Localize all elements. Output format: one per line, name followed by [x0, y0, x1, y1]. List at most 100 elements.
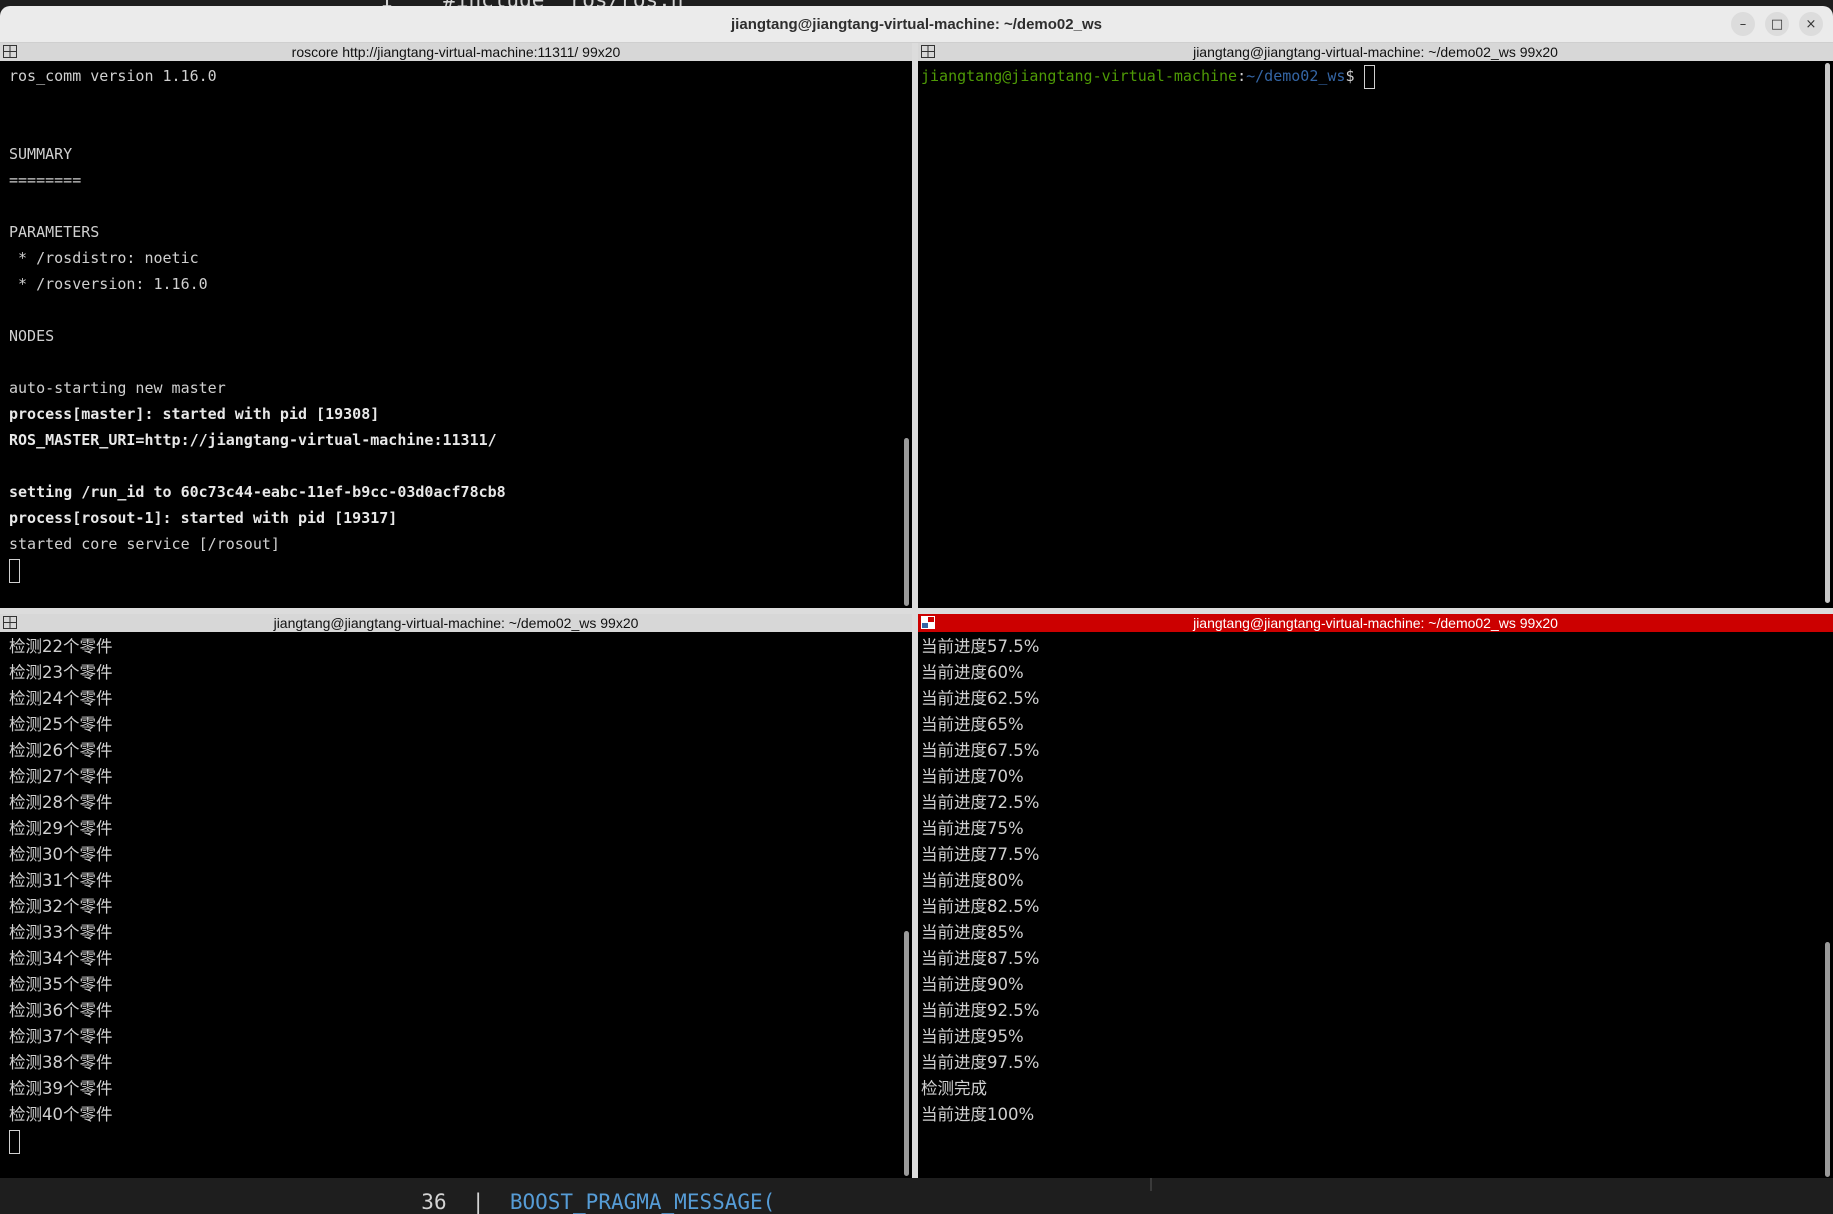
minimize-button[interactable]: – — [1731, 12, 1755, 36]
terminal-line: 当前进度85% — [921, 923, 1024, 942]
pane-header-inspect[interactable]: jiangtang@jiangtang-virtual-machine: ~/d… — [0, 614, 912, 632]
prompt-user: jiangtang@jiangtang-virtual-machine — [921, 67, 1238, 85]
close-button[interactable]: × — [1799, 12, 1823, 36]
terminal-line: 当前进度62.5% — [921, 689, 1040, 708]
terminal-line: 当前进度95% — [921, 1027, 1024, 1046]
terminal-line: 当前进度57.5% — [921, 637, 1040, 656]
terminal-line: 检测36个零件 — [9, 1001, 113, 1020]
text-cursor — [9, 558, 20, 583]
background-editor-macro: BOOST_PRAGMA_MESSAGE( — [509, 1190, 776, 1214]
pane-title: jiangtang@jiangtang-virtual-machine: ~/d… — [1193, 615, 1558, 631]
terminal-line: 当前进度67.5% — [921, 741, 1040, 760]
terminal-line: 检测24个零件 — [9, 689, 113, 708]
pane-header-shell[interactable]: jiangtang@jiangtang-virtual-machine: ~/d… — [918, 43, 1833, 61]
terminal-line: ROS_MASTER_URI=http://jiangtang-virtual-… — [9, 431, 497, 449]
terminal-line: 检测27个零件 — [9, 767, 113, 786]
terminal-line: 检测37个零件 — [9, 1027, 113, 1046]
terminal-line: 检测31个零件 — [9, 871, 113, 890]
terminal-line: 检测38个零件 — [9, 1053, 113, 1072]
terminal-line: * /rosversion: 1.16.0 — [9, 275, 208, 293]
terminal-pane-progress[interactable]: jiangtang@jiangtang-virtual-machine: ~/d… — [918, 614, 1833, 1178]
terminal-line: 检测29个零件 — [9, 819, 113, 838]
maximize-button[interactable]: □ — [1765, 12, 1789, 36]
terminal-line: auto-starting new master — [9, 379, 226, 397]
terminal-line: 检测完成 — [921, 1079, 987, 1098]
terminal-line: process[rosout-1]: started with pid [193… — [9, 509, 398, 527]
terminal-line: 当前进度100% — [921, 1105, 1035, 1124]
terminal-line: 检测30个零件 — [9, 845, 113, 864]
window-titlebar[interactable]: jiangtang@jiangtang-virtual-machine: ~/d… — [0, 6, 1833, 43]
terminal-line: * /rosdistro: noetic — [9, 249, 199, 267]
terminal-line: 当前进度80% — [921, 871, 1024, 890]
terminal-line: 当前进度90% — [921, 975, 1024, 994]
terminal-line: 检测33个零件 — [9, 923, 113, 942]
prompt-symbol: $ — [1345, 67, 1364, 85]
terminator-window: jiangtang@jiangtang-virtual-machine: ~/d… — [0, 6, 1833, 1178]
terminal-output[interactable]: 检测22个零件 检测23个零件 检测24个零件 检测25个零件 检测26个零件 检测27个… — [9, 634, 898, 1178]
terminal-line: 检测28个零件 — [9, 793, 113, 812]
terminal-output[interactable]: 当前进度57.5% 当前进度60% 当前进度62.5% 当前进度65% 当前进度67.5… — [921, 634, 1819, 1178]
terminal-line: NODES — [9, 327, 55, 345]
scrollbar-track[interactable] — [1825, 63, 1830, 603]
cursor-line — [9, 1128, 898, 1154]
shell-prompt: jiangtang@jiangtang-virtual-machine:~/de… — [921, 63, 1819, 89]
terminal-line: ros_comm version 1.16.0 — [9, 67, 217, 85]
terminal-line: 检测32个零件 — [9, 897, 113, 916]
pane-header-roscore[interactable]: roscore http://jiangtang-virtual-machine… — [0, 43, 912, 61]
terminal-line: started core service [/rosout] — [9, 535, 280, 553]
terminal-pane-shell[interactable]: jiangtang@jiangtang-virtual-machine: ~/d… — [918, 43, 1833, 608]
terminal-line: setting /run_id to 60c73c44-eabc-11ef-b9… — [9, 483, 506, 501]
terminal-line: 检测35个零件 — [9, 975, 113, 994]
pane-header-progress-active[interactable]: jiangtang@jiangtang-virtual-machine: ~/d… — [918, 614, 1833, 632]
terminal-line: 当前进度75% — [921, 819, 1024, 838]
terminal-line: SUMMARY — [9, 145, 73, 163]
terminal-line: 当前进度60% — [921, 663, 1024, 682]
terminal-grid-icon[interactable] — [3, 45, 17, 58]
terminal-output[interactable]: jiangtang@jiangtang-virtual-machine:~/de… — [921, 63, 1819, 608]
terminal-line: 当前进度77.5% — [921, 845, 1040, 864]
pane-title: jiangtang@jiangtang-virtual-machine: ~/d… — [273, 615, 639, 631]
terminal-line: PARAMETERS — [9, 223, 100, 241]
terminal-grid-icon[interactable] — [921, 616, 935, 629]
background-editor-line-number: 36 — [421, 1190, 447, 1214]
terminal-line: 检测23个零件 — [9, 663, 113, 682]
scrollbar-thumb[interactable] — [1825, 942, 1830, 1177]
window-title: jiangtang@jiangtang-virtual-machine: ~/d… — [731, 15, 1102, 33]
terminal-line: 检测40个零件 — [9, 1105, 113, 1124]
scrollbar-thumb[interactable] — [904, 931, 909, 1176]
terminal-line: 当前进度72.5% — [921, 793, 1040, 812]
terminal-output[interactable]: ros_comm version 1.16.0 SUMMARY ======== PA… — [9, 63, 898, 608]
terminal-line: 当前进度97.5% — [921, 1053, 1040, 1072]
terminal-line: 检测22个零件 — [9, 637, 113, 656]
background-editor-gutter-sep: | — [446, 1190, 510, 1214]
text-cursor — [1363, 64, 1375, 89]
text-cursor — [9, 1129, 20, 1154]
cursor-line — [9, 557, 898, 583]
terminal-line: 当前进度70% — [921, 767, 1024, 786]
terminal-grid-icon[interactable] — [3, 616, 17, 629]
scrollbar-thumb[interactable] — [904, 438, 909, 606]
pane-splitter-horizontal[interactable] — [0, 608, 1833, 614]
pane-title: roscore http://jiangtang-virtual-machine… — [291, 44, 621, 60]
prompt-sep: : — [1237, 67, 1247, 85]
pane-title: jiangtang@jiangtang-virtual-machine: ~/d… — [1193, 44, 1558, 60]
terminal-line: 检测26个零件 — [9, 741, 113, 760]
terminal-pane-roscore[interactable]: roscore http://jiangtang-virtual-machine… — [0, 43, 912, 608]
terminal-line: process[master]: started with pid [19308… — [9, 405, 380, 423]
terminal-pane-inspect[interactable]: jiangtang@jiangtang-virtual-machine: ~/d… — [0, 614, 912, 1178]
terminal-line: 检测25个零件 — [9, 715, 113, 734]
prompt-path: ~/demo02_ws — [1246, 67, 1346, 85]
terminal-line: ======== — [9, 171, 82, 189]
terminal-line: 当前进度65% — [921, 715, 1024, 734]
terminal-grid-icon[interactable] — [921, 45, 935, 58]
terminal-line: 检测39个零件 — [9, 1079, 113, 1098]
terminal-line: 当前进度82.5% — [921, 897, 1040, 916]
terminal-line: 当前进度92.5% — [921, 1001, 1040, 1020]
window-controls: – □ × — [1731, 12, 1823, 36]
